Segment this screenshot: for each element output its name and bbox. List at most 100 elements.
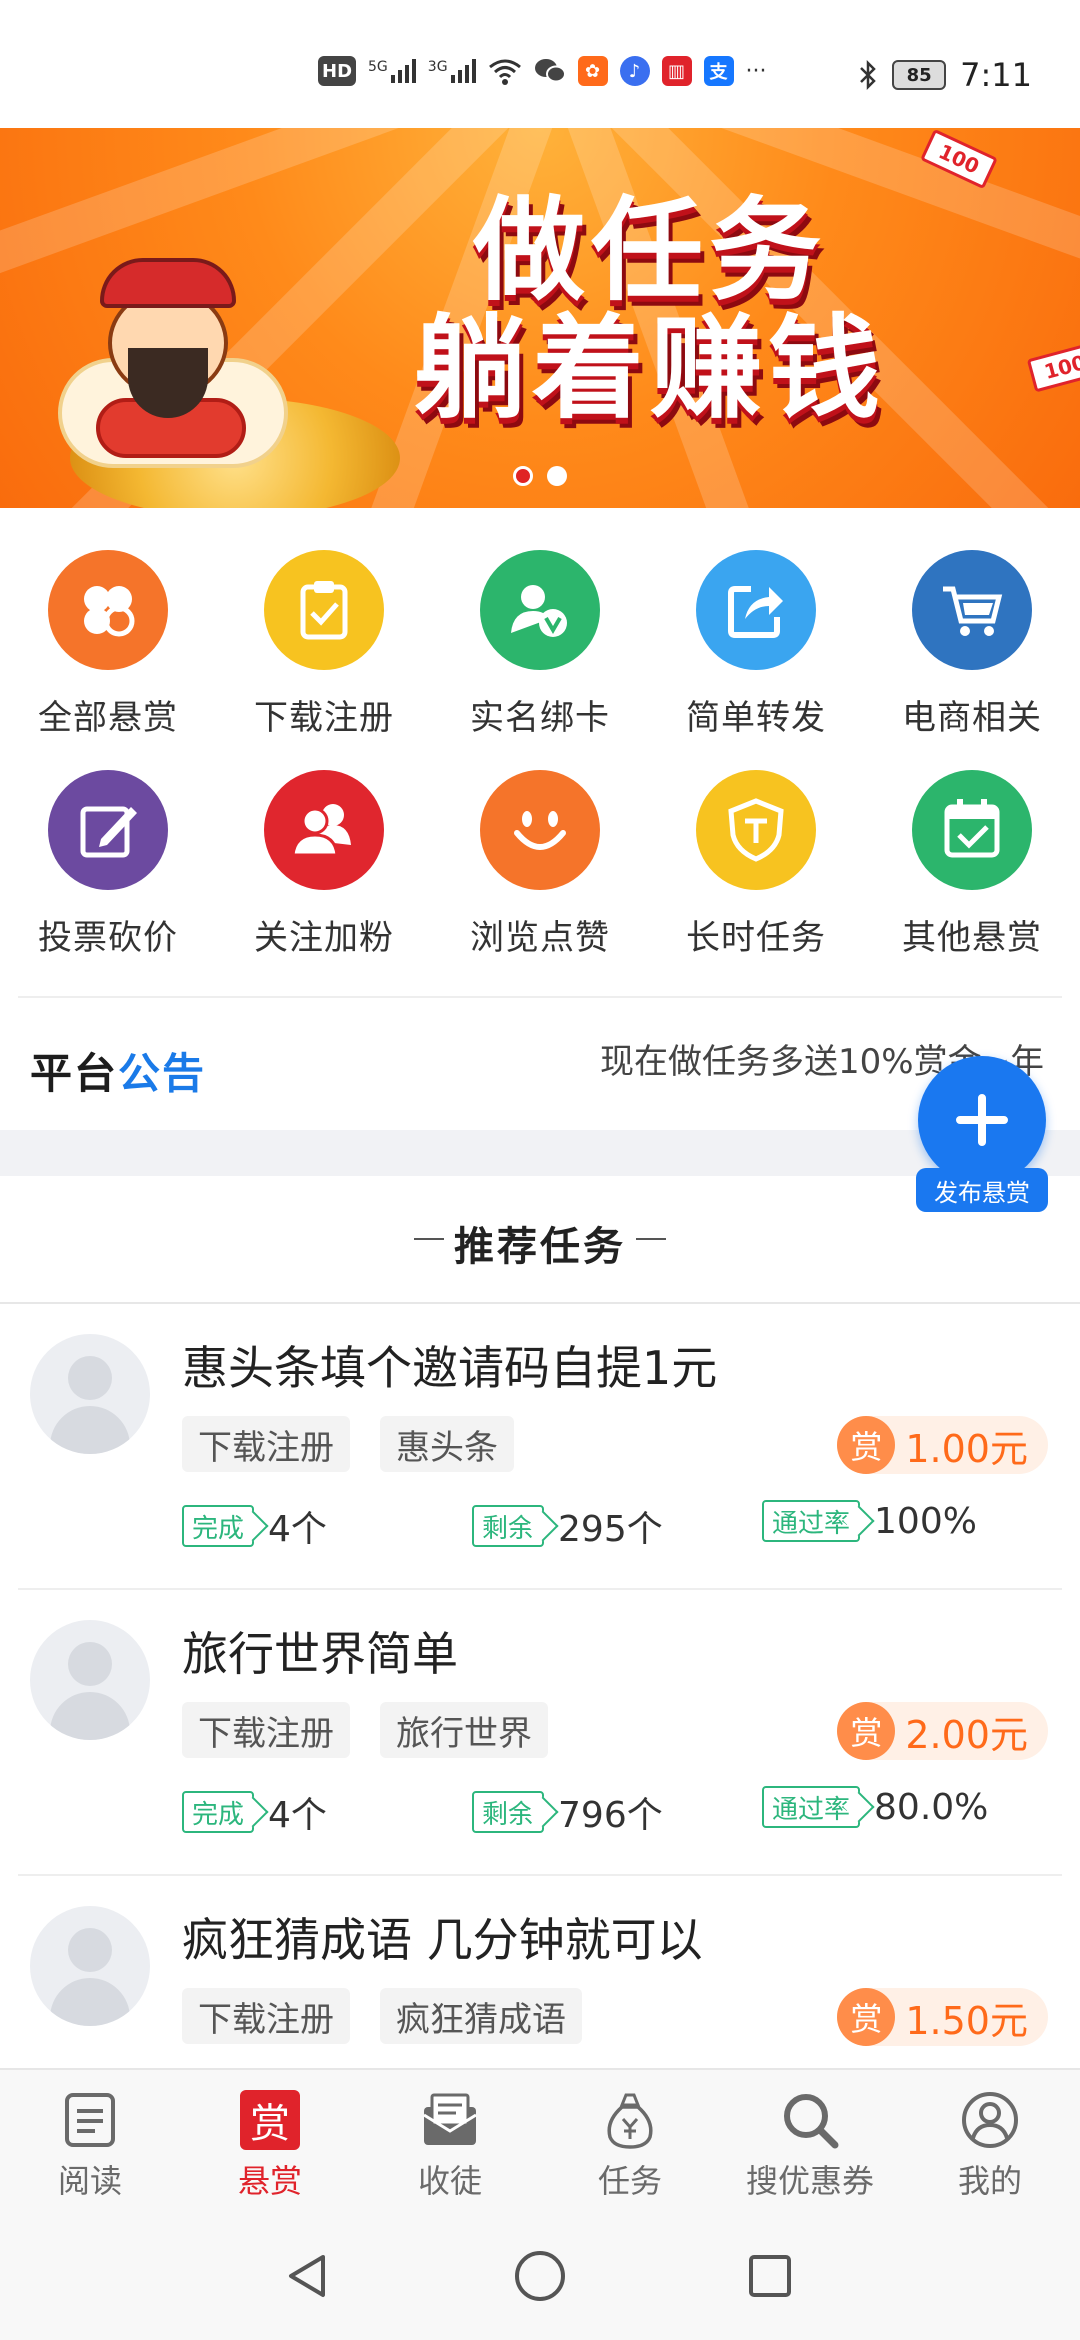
category-row: 投票砍价 关注加粉 浏览点赞 长时任务 其他悬赏: [0, 770, 1080, 959]
fortune-god-illustration: [48, 248, 298, 478]
carousel-dots: [0, 466, 1080, 486]
stat-remaining: 剩余 295个: [472, 1500, 663, 1552]
task-tag: 疯狂猜成语: [380, 1988, 582, 2044]
task-item[interactable]: 惠头条填个邀请码自提1元 下载注册 惠头条 赏 1.00元 完成 4个 剩余 295…: [0, 1304, 1080, 1590]
profile-icon: [960, 2090, 1020, 2150]
task-stats: 完成 4个 剩余 295个 通过率 100%: [182, 1500, 1062, 1556]
task-tag: 旅行世界: [380, 1702, 548, 1758]
carousel-dot[interactable]: [547, 466, 567, 486]
back-icon[interactable]: [278, 2246, 338, 2306]
alipay-icon: 支: [703, 56, 734, 86]
reward-pill: 赏 2.00元: [837, 1702, 1048, 1760]
recommended-title: 推荐任务: [454, 1224, 626, 1270]
calendar-check-icon: [912, 770, 1032, 890]
nav-rewards[interactable]: 赏 悬赏: [180, 2070, 360, 2208]
nav-label: 收徒: [417, 2162, 482, 2200]
task-title: 惠头条填个邀请码自提1元: [182, 1341, 718, 1395]
notice-logo: 平台公告: [30, 1049, 207, 1098]
avatar: [30, 1334, 150, 1454]
task-tag: 惠头条: [380, 1416, 514, 1472]
category-label: 电商相关: [902, 698, 1042, 738]
plus-icon: [918, 1056, 1046, 1184]
category-all-rewards[interactable]: 全部悬赏: [0, 550, 216, 739]
pencil-icon: [48, 770, 168, 890]
category-label: 下载注册: [254, 698, 394, 738]
category-label: 全部悬赏: [38, 698, 178, 738]
task-title: 旅行世界简单: [182, 1627, 458, 1681]
more-notifications-icon: ···: [745, 58, 767, 84]
category-browse-like[interactable]: 浏览点赞: [432, 770, 648, 959]
category-vote-bargain[interactable]: 投票砍价: [0, 770, 216, 959]
nav-profile[interactable]: 我的: [900, 2070, 1080, 2208]
task-tag: 下载注册: [182, 1416, 350, 1472]
task-title: 疯狂猜成语 几分钟就可以: [182, 1913, 703, 1967]
category-ecommerce[interactable]: 电商相关: [864, 550, 1080, 739]
avatar: [30, 1906, 150, 2026]
system-nav-bar: [0, 2208, 1080, 2340]
task-item[interactable]: 疯狂猜成语 几分钟就可以 下载注册 疯狂猜成语 赏 1.50元: [0, 1876, 1080, 2068]
clover-icon: [48, 550, 168, 670]
nav-read[interactable]: 阅读: [0, 2070, 180, 2208]
status-bar: HD 5G 3G ✿ ♪ ▥ 支 ··· 85 7:11: [0, 0, 1080, 128]
wechat-icon: [534, 59, 566, 83]
category-download-register[interactable]: 下载注册: [216, 550, 432, 739]
category-label: 关注加粉: [254, 918, 394, 958]
task-tags: 下载注册 旅行世界: [182, 1702, 548, 1758]
money-bag-icon: [600, 2090, 660, 2150]
clock: 7:11: [960, 56, 1032, 94]
signal-3g-icon: 3G: [428, 59, 476, 83]
music-icon: ♪: [619, 56, 650, 86]
stat-done: 完成 4个: [182, 1500, 327, 1552]
reward-pill: 赏 1.00元: [837, 1416, 1048, 1474]
envelope-icon: [420, 2090, 480, 2150]
nav-tasks[interactable]: 任务: [540, 2070, 720, 2208]
carousel-dot[interactable]: [513, 466, 533, 486]
nav-label: 悬赏: [237, 2162, 302, 2200]
app-orange-icon: ✿: [577, 56, 608, 86]
book-app-icon: ▥: [661, 56, 692, 86]
category-real-name[interactable]: 实名绑卡: [432, 550, 648, 739]
reward-amount: 1.00元: [905, 1426, 1028, 1471]
users-icon: [264, 770, 384, 890]
category-long-tasks[interactable]: 长时任务: [648, 770, 864, 959]
task-stats: 完成 4个 剩余 796个 通过率 80.0%: [182, 1786, 1062, 1842]
category-label: 投票砍价: [38, 918, 178, 958]
reward-badge: 赏: [837, 1702, 896, 1760]
status-icons-left: HD 5G 3G ✿ ♪ ▥ 支 ···: [318, 56, 767, 86]
publish-reward-button[interactable]: 发布悬赏: [916, 1056, 1048, 1212]
share-icon: [696, 550, 816, 670]
nav-coupon-search[interactable]: 搜优惠券: [720, 2070, 900, 2208]
nav-label: 搜优惠券: [745, 2162, 874, 2200]
smile-icon: [480, 770, 600, 890]
reward-badge: 赏: [837, 1416, 896, 1474]
reward-amount: 2.00元: [905, 1712, 1028, 1757]
home-icon[interactable]: [510, 2246, 570, 2306]
nav-label: 我的: [957, 2162, 1022, 2200]
category-simple-share[interactable]: 简单转发: [648, 550, 864, 739]
stat-remaining: 剩余 796个: [472, 1786, 663, 1838]
task-tag: 下载注册: [182, 1702, 350, 1758]
category-follow-fans[interactable]: 关注加粉: [216, 770, 432, 959]
signal-5g-icon: 5G: [368, 59, 416, 83]
category-label: 浏览点赞: [470, 918, 610, 958]
task-tags: 下载注册 惠头条: [182, 1416, 514, 1472]
reward-badge: 赏: [837, 1988, 896, 2046]
promo-banner[interactable]: 做任务 躺着赚钱 100 100: [0, 128, 1080, 508]
recents-icon[interactable]: [740, 2246, 800, 2306]
reward-amount: 1.50元: [905, 1998, 1028, 2043]
verified-user-icon: [480, 550, 600, 670]
category-label: 长时任务: [686, 918, 826, 958]
nav-apprentice[interactable]: 收徒: [360, 2070, 540, 2208]
category-other-rewards[interactable]: 其他悬赏: [864, 770, 1080, 959]
wifi-icon: [488, 59, 521, 85]
status-icons-right: 85 7:11: [858, 56, 1032, 94]
task-item[interactable]: 旅行世界简单 下载注册 旅行世界 赏 2.00元 完成 4个 剩余 796个 通过率…: [0, 1590, 1080, 1876]
banner-title: 做任务 躺着赚钱: [414, 186, 886, 434]
reward-tab-icon: 赏: [240, 2090, 300, 2150]
category-label: 简单转发: [686, 698, 826, 738]
category-label: 实名绑卡: [470, 698, 610, 738]
avatar: [30, 1620, 150, 1740]
task-tags: 下载注册 疯狂猜成语: [182, 1988, 582, 2044]
money-ticket: 100: [1026, 341, 1080, 393]
bottom-nav: 阅读 赏 悬赏 收徒 任务 搜优惠券 我的: [0, 2068, 1080, 2208]
